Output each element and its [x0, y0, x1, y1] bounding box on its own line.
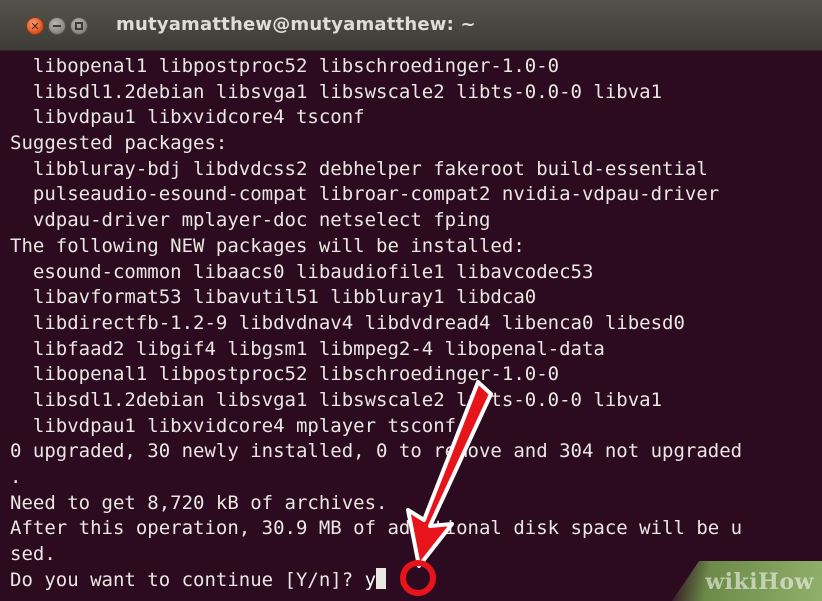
- terminal-lines: libopenal1 libpostproc52 libschroedinger…: [10, 54, 822, 568]
- terminal-line: Suggested packages:: [10, 132, 228, 155]
- terminal-line: pulseaudio-esound-compat libroar-compat2…: [10, 183, 720, 206]
- window-title: mutyamatthew@mutyamatthew: ~: [116, 14, 476, 35]
- terminal-cursor: [376, 567, 387, 589]
- terminal-line: The following NEW packages will be insta…: [10, 234, 525, 257]
- terminal-window: ✕ mutyamatthew@mutyamatthew: ~ libopenal…: [0, 0, 822, 601]
- terminal-line: libvdpau1 libxvidcore4 mplayer tsconf: [10, 414, 457, 437]
- maximize-window-button[interactable]: [70, 17, 88, 35]
- terminal-line: .: [10, 466, 22, 488]
- terminal-line: After this operation, 30.9 MB of additio…: [10, 517, 743, 540]
- close-icon: ✕: [30, 20, 40, 33]
- terminal-line: libsdl1.2debian libsvga1 libswscale2 lib…: [10, 80, 663, 103]
- terminal-line: libsdl1.2debian libsvga1 libswscale2 lib…: [10, 388, 663, 411]
- title-bar[interactable]: ✕ mutyamatthew@mutyamatthew: ~: [0, 0, 822, 51]
- close-window-button[interactable]: ✕: [26, 17, 44, 35]
- minimize-window-button[interactable]: [48, 17, 66, 35]
- terminal-line: esound-common libaacs0 libaudiofile1 lib…: [10, 260, 594, 283]
- terminal-line: 0 upgraded, 30 newly installed, 0 to rem…: [10, 440, 743, 463]
- prompt-text: Do you want to continue [Y/n]?: [10, 568, 365, 591]
- terminal-line: libvdpau1 libxvidcore4 tsconf: [10, 106, 365, 129]
- terminal-line: libfaad2 libgif4 libgsm1 libmpeg2-4 libo…: [10, 337, 605, 360]
- terminal-output[interactable]: libopenal1 libpostproc52 libschroedinger…: [0, 51, 822, 601]
- terminal-line: libdirectfb-1.2-9 libdvdnav4 libdvdread4…: [10, 311, 685, 334]
- terminal-line: Need to get 8,720 kB of archives.: [10, 491, 388, 514]
- terminal-line: libopenal1 libpostproc52 libschroedinger…: [10, 55, 560, 77]
- terminal-line: libopenal1 libpostproc52 libschroedinger…: [10, 363, 560, 386]
- terminal-line: libbluray-bdj libdvdcss2 debhelper faker…: [10, 157, 708, 180]
- terminal-line: vdpau-driver mplayer-doc netselect fping: [10, 209, 491, 232]
- user-input-text[interactable]: y: [365, 568, 376, 594]
- terminal-line: libavformat53 libavutil51 libbluray1 lib…: [10, 286, 537, 309]
- watermark-logo: wikiHow: [705, 569, 814, 595]
